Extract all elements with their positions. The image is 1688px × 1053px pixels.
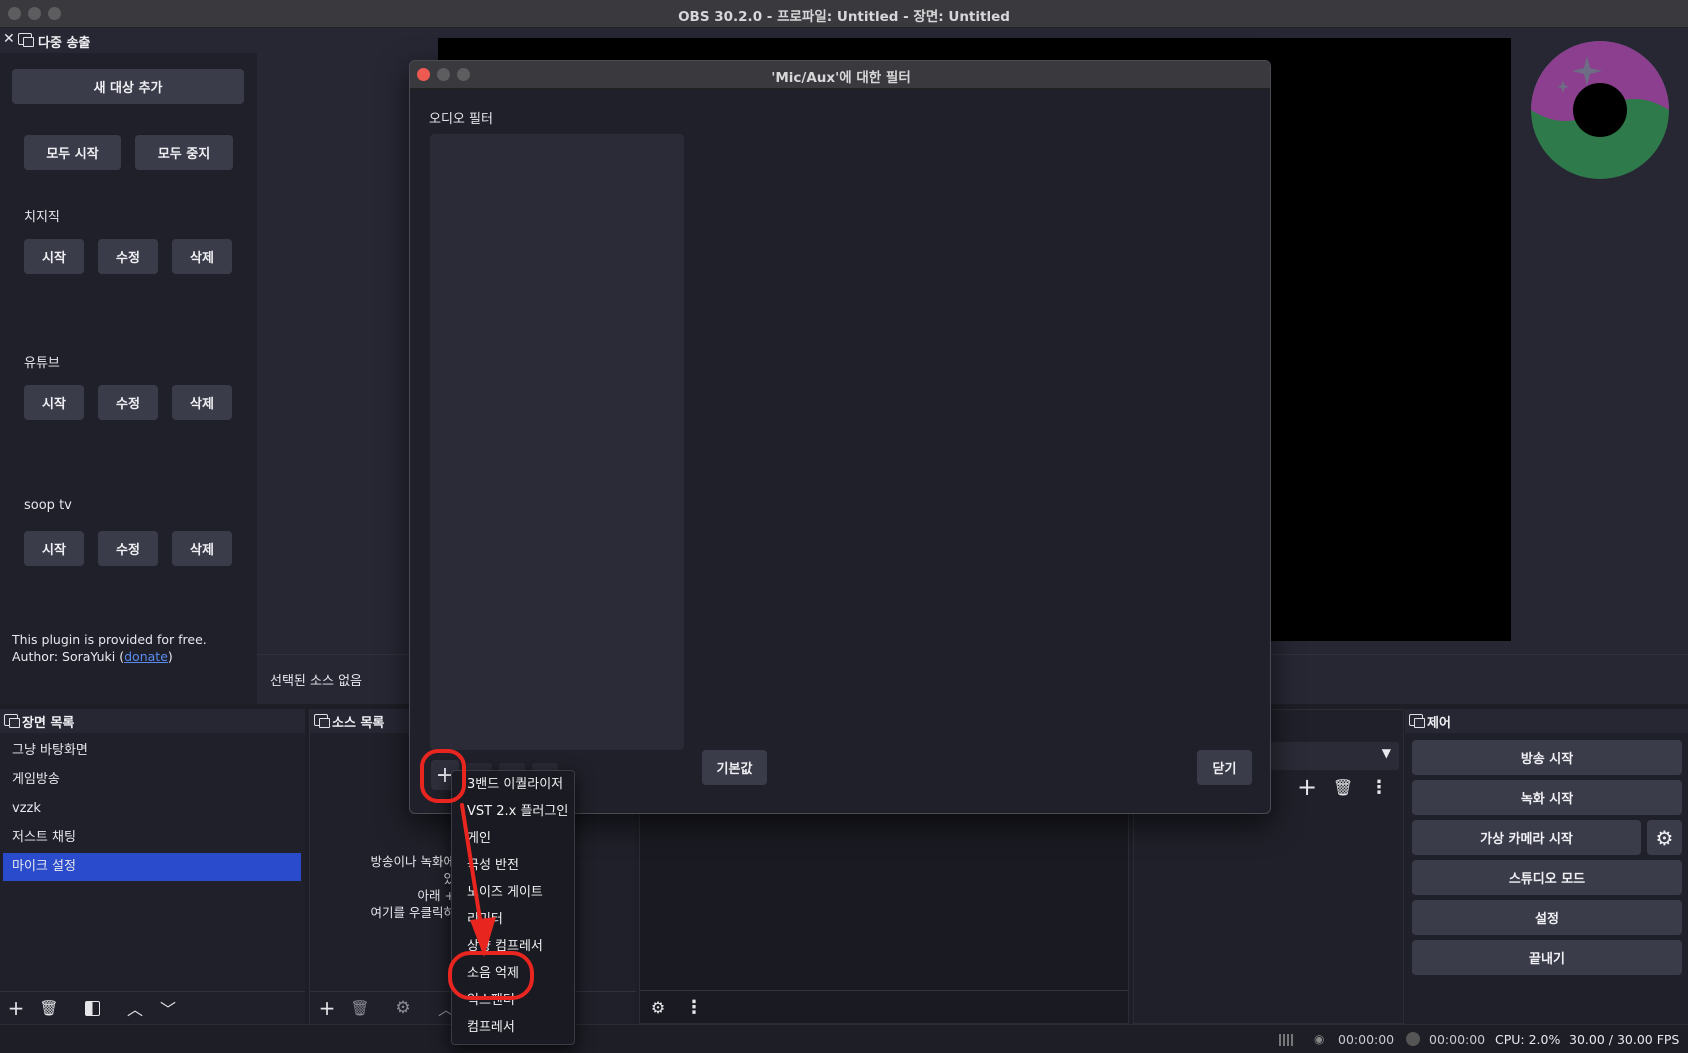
- fps-readout: 30.00 / 30.00 FPS: [1569, 1032, 1680, 1047]
- sources-empty-hint: 방송이나 녹화에 있 아래 + 여기를 우클릭하: [310, 853, 455, 921]
- plugin-free-text: This plugin is provided for free.: [12, 632, 207, 647]
- defaults-button[interactable]: 기본값: [702, 750, 767, 785]
- move-scene-up-icon[interactable]: ︿: [121, 994, 149, 1022]
- scene-item-selected[interactable]: 마이크 설정: [3, 853, 301, 881]
- audio-filters-list[interactable]: [430, 134, 684, 750]
- target-edit-button[interactable]: 수정: [98, 385, 158, 420]
- target-edit-button[interactable]: 수정: [98, 239, 158, 274]
- menu-item-vst-plugin[interactable]: VST 2.x 플러그인: [452, 798, 576, 825]
- controls-dock-header: 제어: [1405, 709, 1688, 733]
- plugin-author-text: Author: SoraYuki (donate): [12, 649, 173, 664]
- scenes-title: 장면 목록: [22, 716, 75, 731]
- dock-float-icon[interactable]: [1409, 714, 1425, 728]
- menu-item-3band-eq[interactable]: 3밴드 이퀄라이저: [452, 771, 576, 798]
- donate-link[interactable]: donate: [124, 649, 168, 664]
- settings-button[interactable]: 설정: [1412, 900, 1682, 935]
- decorative-logo-icon: [1531, 41, 1669, 179]
- stream-status-icon: ◉: [1314, 1032, 1325, 1046]
- menu-item-gain[interactable]: 게인: [452, 825, 576, 852]
- author-label: Author: SoraYuki (: [12, 649, 125, 664]
- scene-item[interactable]: vzzk: [3, 795, 301, 823]
- target-name: 유튜브: [24, 356, 60, 371]
- no-source-label: 선택된 소스 없음: [270, 674, 362, 689]
- menu-item-noise-suppression[interactable]: 소음 억제: [452, 960, 576, 987]
- remove-source-trash-icon[interactable]: 🗑: [346, 994, 374, 1022]
- dock-close-icon[interactable]: ✕: [3, 31, 15, 47]
- add-transition-icon[interactable]: +: [1293, 773, 1321, 801]
- menu-item-noise-gate[interactable]: 노이즈 게이트: [452, 879, 576, 906]
- studio-mode-button[interactable]: 스튜디오 모드: [1412, 860, 1682, 895]
- add-target-button[interactable]: 새 대상 추가: [12, 69, 244, 104]
- start-streaming-button[interactable]: 방송 시작: [1412, 740, 1682, 775]
- menu-item-compressor[interactable]: 컴프레서: [452, 1014, 576, 1041]
- scene-filters-icon[interactable]: [78, 994, 106, 1022]
- menu-item-expander[interactable]: 익스팬더: [452, 987, 576, 1014]
- target-delete-button[interactable]: 삭제: [172, 531, 232, 566]
- record-status-icon: [1406, 1032, 1420, 1046]
- remove-scene-trash-icon[interactable]: 🗑: [35, 994, 63, 1022]
- scenes-toolbar: + 🗑 ︿ ﹀: [0, 991, 305, 1024]
- target-name: 치지직: [24, 210, 60, 225]
- dock-float-icon[interactable]: [18, 33, 34, 47]
- mixer-menu-dots-icon[interactable]: ⋮: [680, 993, 708, 1021]
- dock-float-icon[interactable]: [4, 714, 20, 728]
- menu-item-invert-polarity[interactable]: 극성 반전: [452, 852, 576, 879]
- advanced-audio-gear-icon[interactable]: ⚙: [644, 993, 672, 1021]
- target-edit-button[interactable]: 수정: [98, 531, 158, 566]
- virtual-camera-gear-icon[interactable]: ⚙: [1647, 820, 1682, 855]
- close-dialog-button[interactable]: 닫기: [1197, 750, 1252, 785]
- filters-dialog-title: 'Mic/Aux'에 대한 필터: [771, 70, 911, 86]
- start-all-button[interactable]: 모두 시작: [24, 135, 121, 170]
- multistream-title: 다중 송출: [38, 36, 91, 51]
- stream-time: 00:00:00: [1338, 1032, 1395, 1047]
- cpu-usage: CPU: 2.0%: [1495, 1032, 1561, 1047]
- sources-title: 소스 목록: [332, 716, 385, 731]
- target-start-button[interactable]: 시작: [24, 239, 84, 274]
- target-delete-button[interactable]: 삭제: [172, 385, 232, 420]
- hint-line: 여기를 우클릭하: [370, 905, 455, 920]
- multistream-dock-header: ✕ 다중 송출: [0, 28, 257, 53]
- scenes-dock: 장면 목록 그냥 바탕화면 게임방송 vzzk 저스트 채팅 마이크 설정 + …: [0, 709, 305, 1024]
- exit-button[interactable]: 끝내기: [1412, 940, 1682, 975]
- start-virtual-camera-button[interactable]: 가상 카메라 시작: [1412, 820, 1641, 855]
- scene-item[interactable]: 저스트 채팅: [3, 824, 301, 852]
- hint-line: 아래 +: [417, 888, 455, 903]
- source-properties-gear-icon[interactable]: ⚙: [389, 994, 417, 1022]
- filters-dialog-titlebar: 'Mic/Aux'에 대한 필터: [410, 61, 1270, 89]
- window-title: OBS 30.2.0 - 프로파일: Untitled - 장면: Untitl…: [678, 9, 1010, 25]
- multistream-dock: ✕ 다중 송출 새 대상 추가 모두 시작 모두 중지 치지직 시작 수정 삭제…: [0, 28, 257, 704]
- audio-mixer-toolbar: ⚙ ⋮: [640, 990, 1128, 1023]
- menu-item-limiter[interactable]: 리미터: [452, 906, 576, 933]
- filters-dialog: 'Mic/Aux'에 대한 필터 오디오 필터 + 기본값 닫기: [409, 60, 1271, 814]
- network-signal-icon: [1279, 1034, 1293, 1046]
- scenes-dock-header: 장면 목록: [0, 709, 305, 733]
- hint-line: 있: [443, 871, 455, 886]
- hint-line: 방송이나 녹화에: [370, 854, 455, 869]
- scene-item[interactable]: 게임방송: [3, 766, 301, 794]
- audio-filters-label: 오디오 필터: [429, 112, 493, 127]
- remove-transition-trash-icon[interactable]: 🗑: [1329, 773, 1357, 801]
- target-delete-button[interactable]: 삭제: [172, 239, 232, 274]
- add-filter-menu: 3밴드 이퀄라이저 VST 2.x 플러그인 게인 극성 반전 노이즈 게이트 …: [451, 770, 575, 1045]
- target-name: soop tv: [24, 498, 72, 513]
- controls-title: 제어: [1427, 716, 1451, 731]
- scene-item[interactable]: 그냥 바탕화면: [3, 737, 301, 765]
- author-close-paren: ): [167, 649, 173, 664]
- menu-item-upward-compressor[interactable]: 상향 컴프레서: [452, 933, 576, 960]
- target-start-button[interactable]: 시작: [24, 385, 84, 420]
- add-scene-icon[interactable]: +: [2, 994, 30, 1022]
- transition-menu-dots-icon[interactable]: ⋮: [1365, 773, 1393, 801]
- chevron-down-icon: ▼: [1381, 746, 1391, 760]
- controls-dock: 제어 방송 시작 녹화 시작 가상 카메라 시작 ⚙ 스튜디오 모드 설정 끝내…: [1405, 709, 1688, 1024]
- add-source-icon[interactable]: +: [313, 994, 341, 1022]
- window-titlebar: OBS 30.2.0 - 프로파일: Untitled - 장면: Untitl…: [0, 0, 1688, 28]
- stop-all-button[interactable]: 모두 중지: [135, 135, 233, 170]
- dock-float-icon[interactable]: [314, 714, 330, 728]
- record-time: 00:00:00: [1429, 1032, 1486, 1047]
- move-scene-down-icon[interactable]: ﹀: [154, 994, 182, 1022]
- start-recording-button[interactable]: 녹화 시작: [1412, 780, 1682, 815]
- target-start-button[interactable]: 시작: [24, 531, 84, 566]
